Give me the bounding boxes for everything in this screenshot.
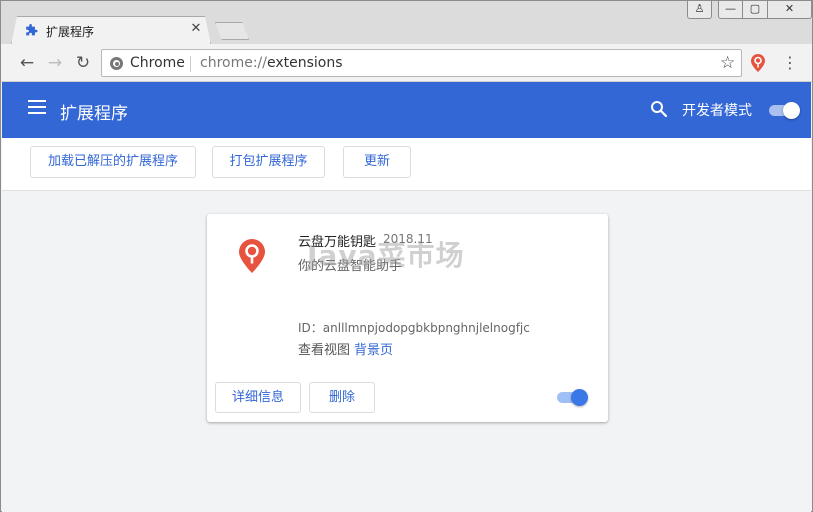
dev-mode-toggle-knob <box>783 102 800 119</box>
url-path: extensions <box>267 55 343 71</box>
new-tab-button[interactable] <box>215 22 249 40</box>
extension-card: 云盘万能钥匙 2018.11 你的云盘智能助手 Java菜市场 ID：anlll… <box>207 214 608 422</box>
dev-mode-label: 开发者模式 <box>682 103 752 119</box>
browser-menu-icon[interactable]: ⋮ <box>782 52 798 74</box>
update-button[interactable]: 更新 <box>343 146 411 178</box>
background-page-link[interactable]: 背景页 <box>354 343 393 358</box>
load-unpacked-button[interactable]: 加载已解压的扩展程序 <box>30 146 196 178</box>
address-bar[interactable]: Chrome chrome://extensions ☆ <box>101 49 742 77</box>
maximize-button[interactable]: ▢ <box>742 1 768 19</box>
tab-title: 扩展程序 <box>46 25 95 39</box>
dev-mode-toggle[interactable] <box>767 102 800 119</box>
extension-key-icon <box>239 239 265 273</box>
puzzle-icon <box>24 24 38 38</box>
watermark: Java菜市场 <box>307 239 465 272</box>
tab-close-icon[interactable]: ✕ <box>188 20 204 38</box>
close-window-button[interactable]: ✕ <box>767 1 812 19</box>
details-button[interactable]: 详细信息 <box>215 382 301 413</box>
extension-enable-toggle[interactable] <box>555 389 589 407</box>
tab-extensions[interactable]: 扩展程序 ✕ <box>11 16 211 45</box>
url-scheme: chrome:// <box>200 55 267 71</box>
extension-id: ID：anlllmnpjodopgbkbpnghnjlelnogfjc <box>298 321 530 335</box>
forward-button[interactable]: → <box>44 52 66 74</box>
pack-extension-button[interactable]: 打包扩展程序 <box>212 146 325 178</box>
minimize-button[interactable]: — <box>718 1 743 19</box>
tab-strip: 扩展程序 ✕ ♙ — ▢ ✕ <box>1 1 812 44</box>
extensions-header: 扩展程序 开发者模式 <box>2 82 811 138</box>
dev-action-bar: 加载已解压的扩展程序 打包扩展程序 更新 <box>2 138 811 191</box>
browser-toolbar: ← → ↻ Chrome chrome://extensions ☆ ⋮ <box>1 44 812 82</box>
search-icon[interactable] <box>650 100 668 118</box>
user-icon[interactable]: ♙ <box>687 1 712 19</box>
remove-button[interactable]: 删除 <box>309 382 375 413</box>
reload-button[interactable]: ↻ <box>72 52 94 74</box>
bookmark-star-icon[interactable]: ☆ <box>720 53 735 73</box>
extension-key-icon[interactable] <box>749 53 767 73</box>
omnibox-separator <box>190 56 191 72</box>
site-label: Chrome <box>130 55 185 71</box>
chrome-logo-icon <box>110 57 123 70</box>
menu-icon[interactable] <box>28 100 46 114</box>
page-title: 扩展程序 <box>60 104 128 124</box>
inspect-views-label: 查看视图 <box>298 343 351 358</box>
inspect-views: 查看视图 背景页 <box>298 339 393 358</box>
url-text[interactable]: chrome://extensions <box>200 55 343 71</box>
back-button[interactable]: ← <box>16 52 38 74</box>
enable-toggle-knob <box>571 389 588 406</box>
